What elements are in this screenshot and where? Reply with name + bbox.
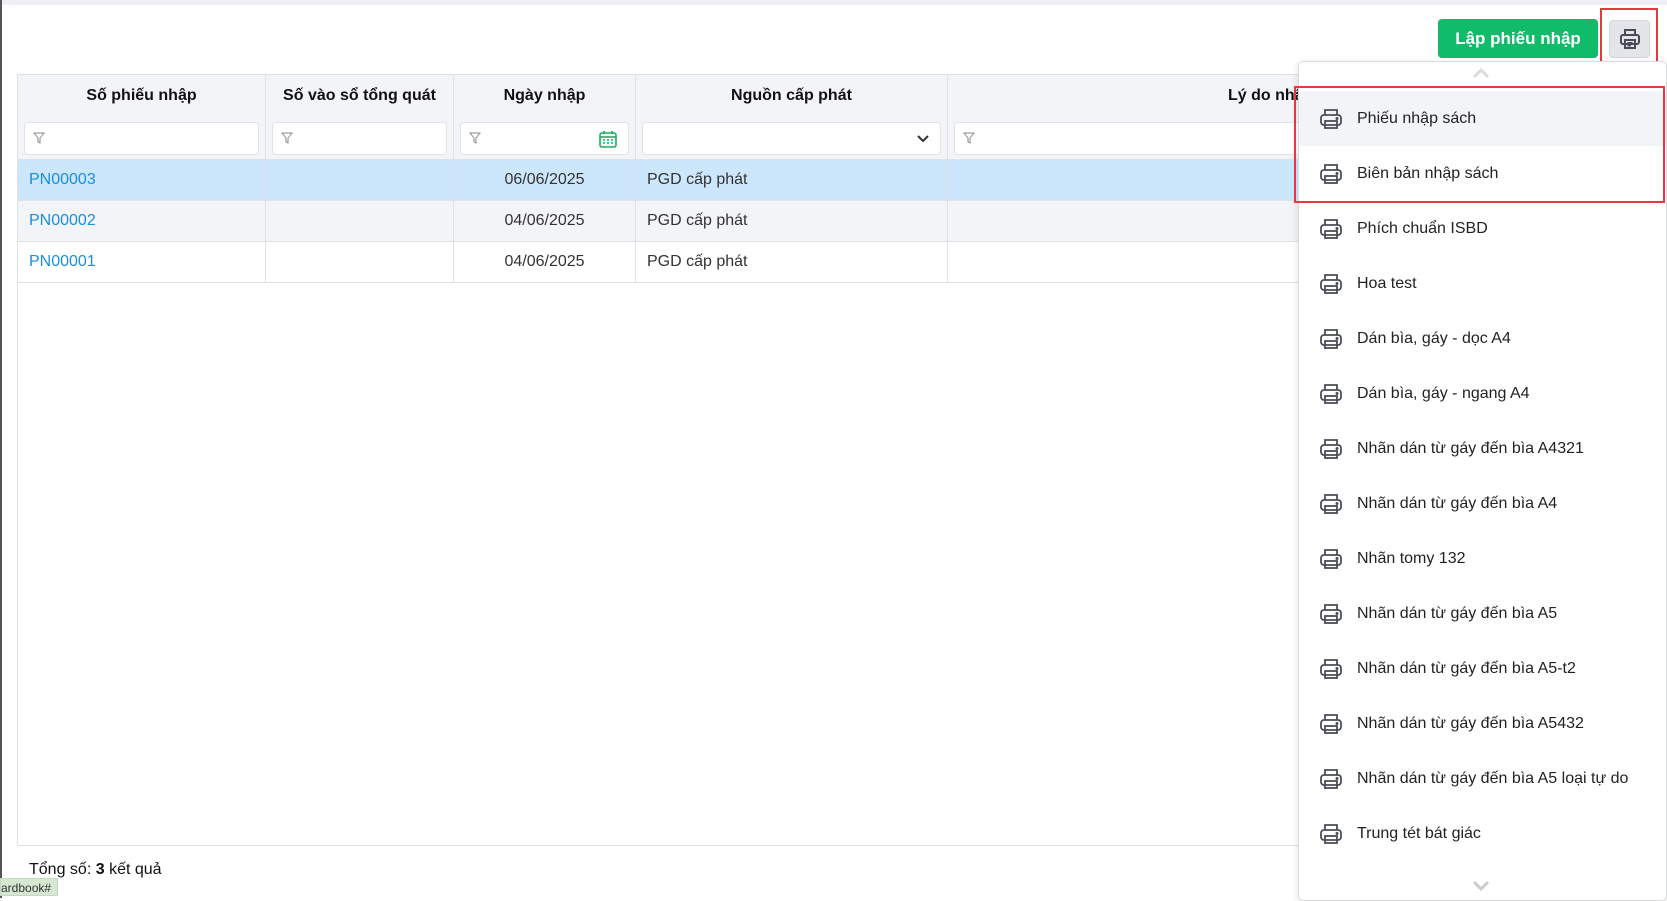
filter-icon [963, 132, 975, 144]
source-filter-select[interactable] [642, 122, 941, 155]
printer-icon [1320, 493, 1342, 514]
column-label: Ngày nhập [503, 87, 586, 104]
printer-icon [1320, 273, 1342, 294]
print-menu-item-label: Biên bản nhập sách [1357, 164, 1499, 182]
source-cell: PGD cấp phát [636, 160, 948, 201]
result-count-value: 3 [95, 861, 105, 878]
print-menu-item-label: Nhãn dán từ gáy đến bìa A5 loại tự do [1357, 769, 1629, 787]
printer-icon [1619, 29, 1640, 49]
print-menu-item[interactable]: Nhãn dán từ gáy đến bìa A4 [1299, 476, 1666, 531]
ledger-filter-input[interactable] [272, 122, 447, 155]
receipt-code-link[interactable]: PN00001 [18, 242, 266, 283]
ledger-cell [266, 160, 454, 201]
print-menu-item[interactable]: Nhãn dán từ gáy đến bìa A5 loại tự do [1299, 751, 1666, 806]
print-menu-item-label: Dán bìa, gáy - dọc A4 [1357, 329, 1511, 347]
top-border [0, 0, 1667, 5]
print-menu-item[interactable]: Biên bản nhập sách [1299, 146, 1666, 201]
source-cell: PGD cấp phát [636, 242, 948, 283]
print-menu-item[interactable]: Phiếu nhập sách [1299, 91, 1666, 146]
print-menu-item[interactable]: Nhãn dán từ gáy đến bìa A5432 [1299, 696, 1666, 751]
receipt-code-link[interactable]: PN00002 [18, 201, 266, 242]
ledger-cell [266, 201, 454, 242]
printer-icon [1320, 218, 1342, 239]
print-menu-item[interactable]: Hoa test [1299, 256, 1666, 311]
source-cell: PGD cấp phát [636, 201, 948, 242]
printer-icon [1320, 548, 1342, 569]
print-menu-item-label: Trung tét bát giác [1357, 824, 1481, 842]
calendar-icon[interactable] [598, 129, 618, 149]
printer-icon [1320, 713, 1342, 734]
print-menu-item[interactable]: Nhãn dán từ gáy đến bìa A5-t2 [1299, 641, 1666, 696]
filter-icon [33, 132, 45, 144]
column-label: Số phiếu nhập [86, 87, 197, 104]
scroll-down-icon[interactable] [1471, 880, 1491, 892]
date-cell: 06/06/2025 [454, 160, 636, 201]
print-menu-item-label: Dán bìa, gáy - ngang A4 [1357, 384, 1530, 402]
result-count-label: Tổng số: [29, 861, 92, 878]
print-menu-item-label: Nhãn dán từ gáy đến bìa A5-t2 [1357, 659, 1576, 677]
print-menu-item-label: Phích chuẩn ISBD [1357, 219, 1488, 237]
result-count: Tổng số: 3 kết quả [29, 861, 162, 879]
print-menu-item-label: Nhãn dán từ gáy đến bìa A4321 [1357, 439, 1584, 457]
ledger-cell [266, 242, 454, 283]
chevron-down-icon [917, 135, 929, 143]
print-menu-item-label: Hoa test [1357, 274, 1417, 292]
printer-icon [1320, 658, 1342, 679]
print-menu-item-label: Nhãn dán từ gáy đến bìa A4 [1357, 494, 1558, 512]
print-menu-item-label: Phiếu nhập sách [1357, 109, 1477, 127]
column-label: Số vào sổ tổng quát [283, 87, 436, 104]
print-menu-item-label: Nhãn tomy 132 [1357, 549, 1466, 567]
print-template-menu: Phiếu nhập sách Biên bản nhập sách Phích c… [1298, 61, 1667, 901]
print-menu-item[interactable]: Phích chuẩn ISBD [1299, 201, 1666, 256]
print-menu-item[interactable]: Trung tét bát giác [1299, 806, 1666, 861]
column-header-date: Ngày nhập [454, 75, 636, 160]
printer-icon [1320, 768, 1342, 789]
print-menu-item[interactable]: Nhãn dán từ gáy đến bìa A5 [1299, 586, 1666, 641]
print-menu-item[interactable]: Dán bìa, gáy - dọc A4 [1299, 311, 1666, 366]
printer-icon [1320, 328, 1342, 349]
code-filter-input[interactable] [24, 122, 259, 155]
printer-icon [1320, 823, 1342, 844]
column-header-source: Nguồn cấp phát [636, 75, 948, 160]
result-count-suffix: kết quả [109, 861, 162, 878]
column-header-code: Số phiếu nhập [18, 75, 266, 160]
printer-icon [1320, 383, 1342, 404]
browser-status-bar: ardbook# [0, 878, 59, 896]
column-header-ledger: Số vào sổ tổng quát [266, 75, 454, 160]
print-menu-item[interactable]: Nhãn dán từ gáy đến bìa A4321 [1299, 421, 1666, 476]
date-filter-input[interactable] [460, 122, 629, 155]
print-menu-item-label: Nhãn dán từ gáy đến bìa A5 [1357, 604, 1558, 622]
printer-icon [1320, 438, 1342, 459]
printer-icon [1320, 163, 1342, 184]
date-cell: 04/06/2025 [454, 242, 636, 283]
filter-icon [281, 132, 293, 144]
left-border [0, 0, 2, 898]
print-menu-item[interactable]: Dán bìa, gáy - ngang A4 [1299, 366, 1666, 421]
receipt-code-link[interactable]: PN00003 [18, 160, 266, 201]
print-button[interactable] [1609, 20, 1650, 58]
print-menu-item[interactable]: Nhãn tomy 132 [1299, 531, 1666, 586]
create-receipt-button[interactable]: Lập phiếu nhập [1438, 19, 1598, 58]
print-menu-item-label: Nhãn dán từ gáy đến bìa A5432 [1357, 714, 1584, 732]
filter-icon [469, 132, 481, 144]
printer-icon [1320, 108, 1342, 129]
scroll-up-icon[interactable] [1471, 67, 1491, 79]
printer-icon [1320, 603, 1342, 624]
column-label: Nguồn cấp phát [731, 87, 852, 104]
date-cell: 04/06/2025 [454, 201, 636, 242]
